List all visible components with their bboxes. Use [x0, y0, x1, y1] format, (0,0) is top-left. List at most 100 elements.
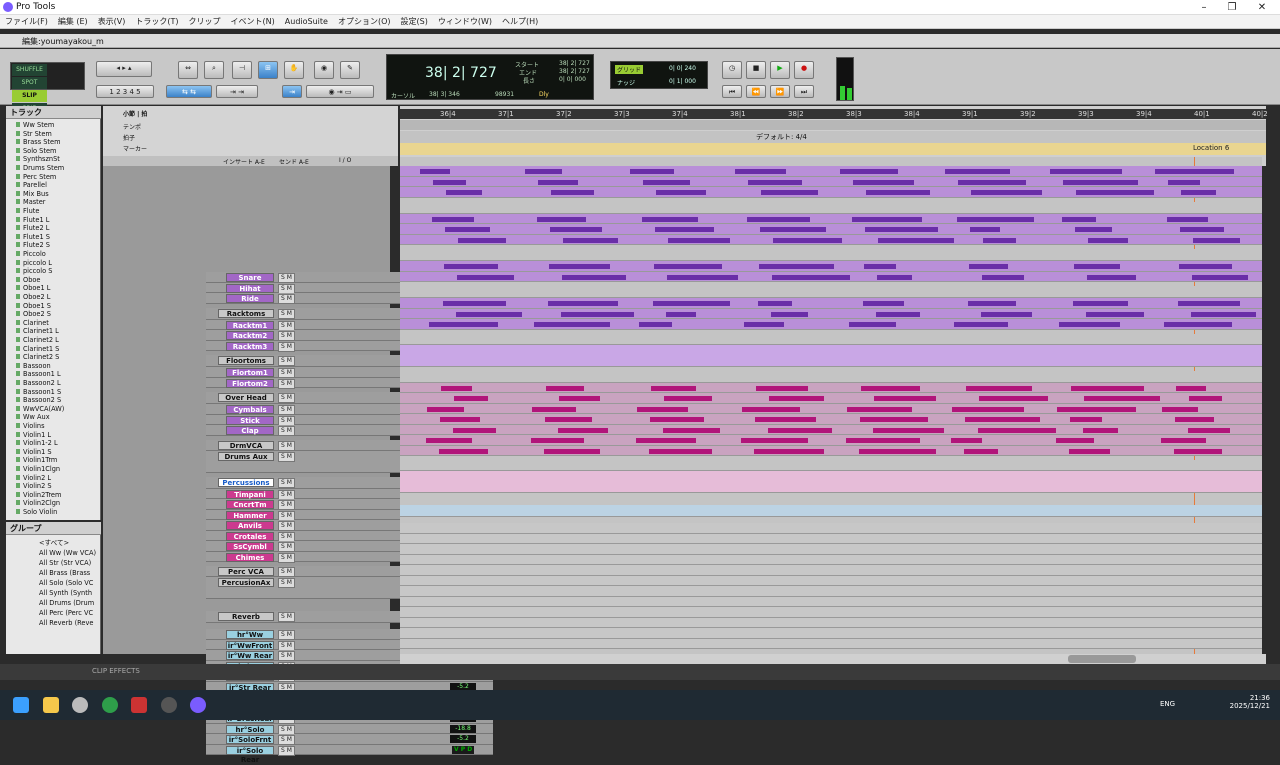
midi-clip[interactable] [849, 322, 896, 328]
track-visibility-icon[interactable] [16, 337, 20, 342]
track-name[interactable]: ir°WwFront [226, 640, 274, 650]
midi-clip[interactable] [667, 274, 738, 280]
track-visibility-icon[interactable] [16, 130, 20, 136]
midi-clip[interactable] [663, 427, 720, 433]
midi-clip[interactable] [964, 448, 998, 454]
bars-beats-ruler-label[interactable]: 小節 | 拍 [123, 109, 147, 118]
midi-clip[interactable] [1088, 237, 1128, 243]
midi-clip[interactable] [427, 406, 464, 412]
track-list-item[interactable]: Violin2Trem [6, 491, 101, 500]
track-name[interactable]: Hihat [226, 283, 274, 293]
track-lane[interactable] [400, 638, 1262, 649]
track-name[interactable]: hr°Ww [226, 630, 274, 639]
solo-mute-buttons[interactable]: S M [278, 273, 295, 283]
track-lane[interactable] [400, 344, 1262, 367]
track-list-item[interactable]: Bassoon2 S [6, 396, 101, 405]
track-visibility-icon[interactable] [16, 319, 20, 325]
track-visibility-icon[interactable] [16, 156, 20, 162]
rewind-icon[interactable]: ⏪ [746, 85, 766, 98]
midi-clip[interactable] [561, 311, 634, 317]
midi-clip[interactable] [654, 264, 722, 270]
menu-item-7[interactable]: オプション(O) [338, 16, 391, 27]
midi-clip[interactable] [756, 385, 808, 391]
track-name[interactable]: Timpani [226, 489, 274, 499]
midi-clip[interactable] [537, 216, 586, 222]
track-lane[interactable] [400, 224, 1262, 235]
maximize-icon[interactable]: ❐ [1218, 0, 1246, 15]
horizontal-scrollbar[interactable] [400, 654, 1266, 664]
solo-mute-buttons[interactable]: S M [278, 477, 295, 488]
track-name[interactable]: Clap [226, 426, 274, 435]
fast-forward-icon[interactable]: ⏩ [770, 85, 790, 98]
solo-mute-buttons[interactable]: S M [278, 567, 295, 577]
track-lane[interactable] [400, 187, 1262, 198]
track-list-item[interactable]: piccolo S [6, 267, 101, 276]
app-red-icon[interactable] [131, 697, 147, 713]
track-name[interactable]: Snare [226, 273, 274, 282]
midi-clip[interactable] [982, 274, 1024, 280]
track-list-item[interactable]: Piccolo [6, 250, 101, 259]
midi-clip[interactable] [769, 396, 824, 402]
track-lane[interactable] [400, 445, 1262, 456]
midi-clip[interactable] [742, 406, 800, 412]
midi-clip[interactable] [1074, 264, 1120, 270]
track-visibility-icon[interactable] [16, 190, 20, 196]
midi-clip[interactable] [966, 385, 1032, 391]
midi-clip[interactable] [446, 190, 482, 196]
track-visibility-icon[interactable] [16, 268, 20, 274]
track-name[interactable]: Racktoms [218, 308, 274, 318]
zoomer-tool-icon[interactable]: ⇔ [178, 61, 198, 79]
track-visibility-icon[interactable] [16, 405, 20, 411]
solo-mute-buttons[interactable]: S M [278, 578, 295, 588]
midi-clip[interactable] [1167, 216, 1208, 222]
midi-clip[interactable] [1162, 406, 1198, 412]
track-visibility-icon[interactable] [16, 414, 20, 420]
track-list-item[interactable]: Flute2 S [6, 241, 101, 250]
track-visibility-icon[interactable] [16, 122, 20, 127]
zoom-presets[interactable]: 1 2 3 4 5 [96, 85, 154, 98]
track-list-item[interactable]: Violin1Trm [6, 456, 101, 465]
main-counter-value[interactable]: 38| 2| 727 [425, 65, 497, 81]
track-list-item[interactable]: Violin1 L [6, 431, 101, 440]
track-visibility-icon[interactable] [16, 285, 20, 291]
midi-clip[interactable] [957, 216, 1034, 222]
midi-clip[interactable] [876, 311, 920, 317]
midi-clip[interactable] [534, 322, 610, 328]
scroll-thumb[interactable] [1068, 655, 1136, 663]
solo-mute-buttons[interactable]: S M [278, 356, 295, 366]
midi-clip[interactable] [968, 301, 1016, 307]
tab-to-transient-button[interactable]: ⇥ [282, 85, 302, 98]
midi-clip[interactable] [1179, 264, 1232, 270]
track-vpd-buttons[interactable]: V P D [452, 745, 475, 754]
group-item[interactable]: All Synth (Synth [6, 588, 101, 598]
track-volume[interactable]: -18.8 [450, 724, 476, 733]
solo-mute-buttons[interactable]: S M [278, 426, 295, 436]
midi-clip[interactable] [853, 179, 914, 185]
midi-clip[interactable] [768, 427, 832, 433]
midi-clip[interactable] [668, 237, 730, 243]
solo-mute-buttons[interactable]: S M [278, 735, 295, 745]
track-list-item[interactable]: Drums Stem [6, 164, 101, 173]
track-list-item[interactable]: Bassoon2 L [6, 379, 101, 388]
midi-clip[interactable] [859, 448, 936, 454]
track-name[interactable]: CncrtTm [226, 500, 274, 509]
track-visibility-icon[interactable] [16, 440, 20, 446]
track-lane[interactable] [400, 298, 1262, 309]
midi-clip[interactable] [971, 190, 1042, 196]
track-visibility-icon[interactable] [16, 233, 20, 239]
midi-clip[interactable] [456, 311, 522, 317]
track-visibility-icon[interactable] [16, 147, 20, 153]
clip-effects-tab[interactable]: CLIP EFFECTS [92, 667, 140, 675]
midi-clip[interactable] [433, 179, 466, 185]
midi-clip[interactable] [861, 385, 920, 391]
midi-clip[interactable] [1057, 406, 1136, 412]
track-lane[interactable] [400, 424, 1262, 435]
track-list-item[interactable]: Bassoon [6, 362, 101, 371]
app-dark-icon[interactable] [161, 697, 177, 713]
solo-mute-buttons[interactable]: S M [278, 294, 295, 304]
track-visibility-icon[interactable] [16, 225, 20, 231]
track-lane[interactable] [400, 435, 1262, 446]
track-lane[interactable] [400, 607, 1262, 618]
midi-clip[interactable] [754, 448, 824, 454]
midi-clip[interactable] [453, 427, 496, 433]
